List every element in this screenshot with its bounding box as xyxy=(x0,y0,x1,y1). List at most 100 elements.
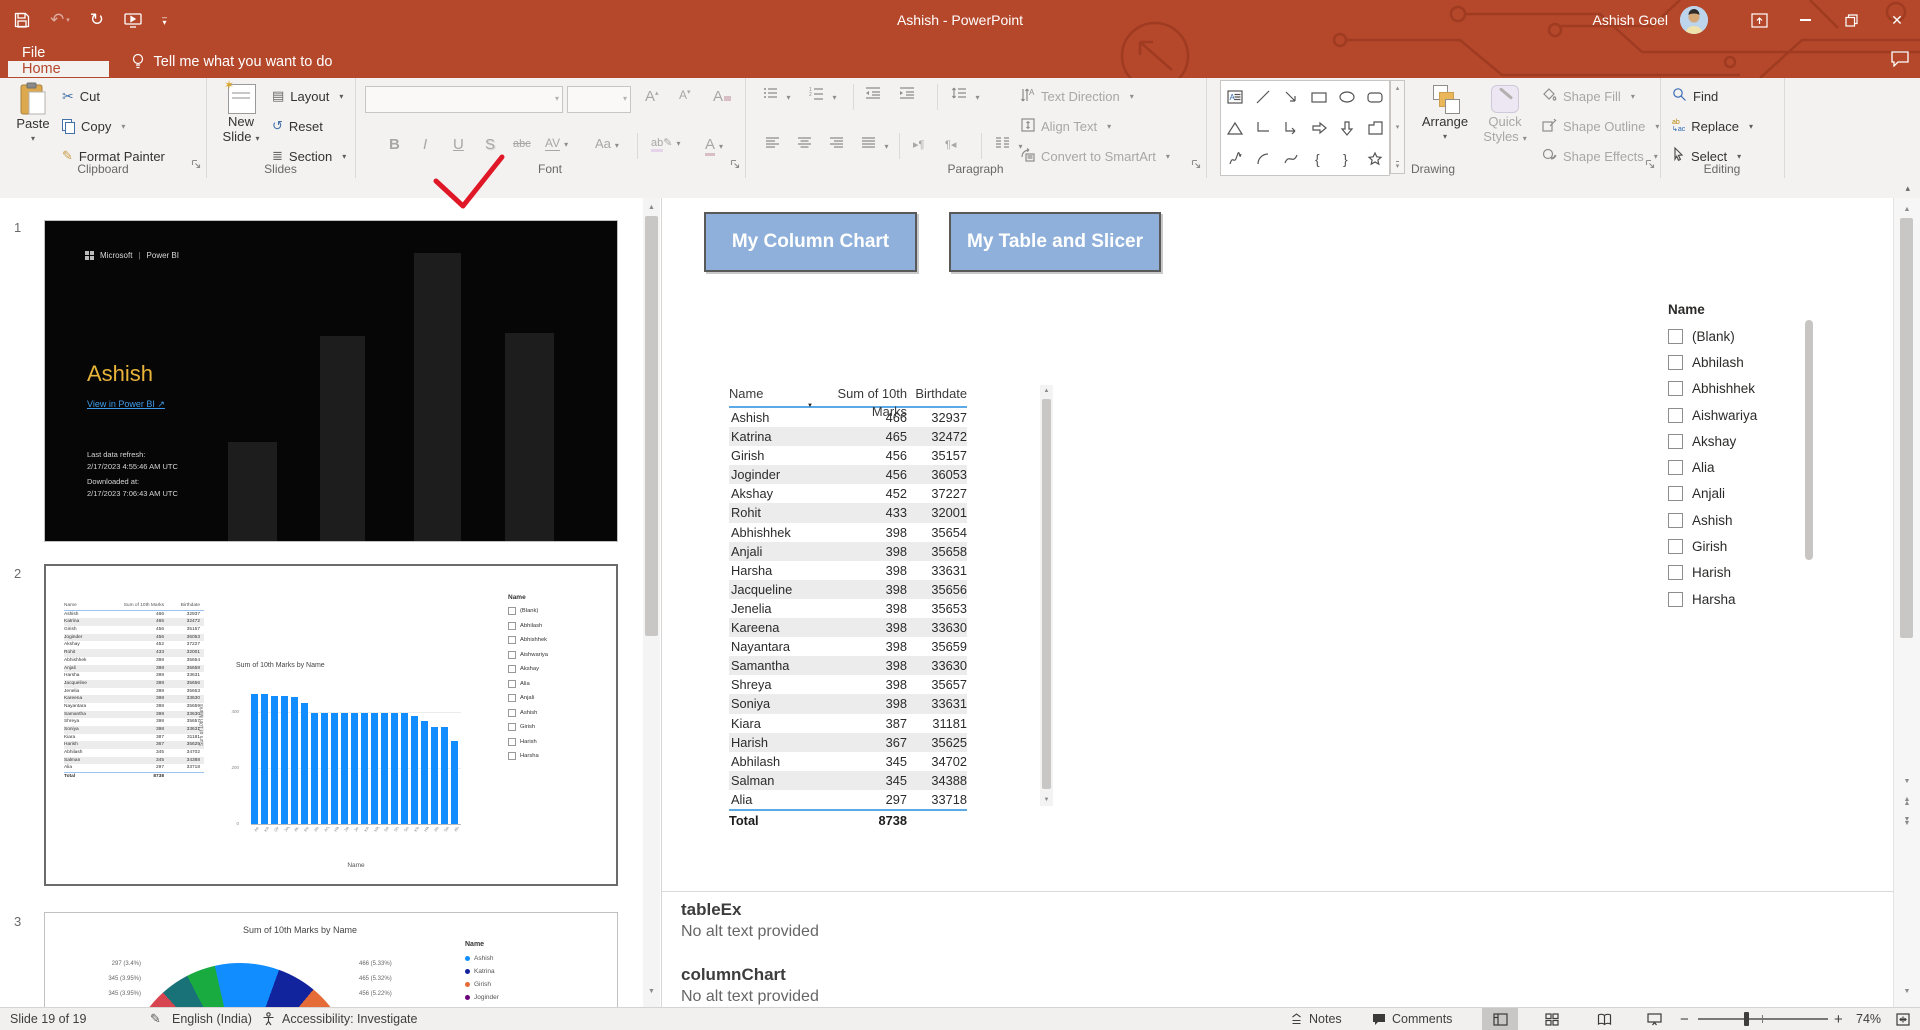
notes-scroll-down-icon[interactable]: ▼ xyxy=(1894,984,1920,999)
tell-me-box[interactable]: Tell me what you want to do xyxy=(131,45,333,78)
shape-arrow-icon[interactable] xyxy=(1277,81,1305,112)
table-row[interactable]: Joginder45636053 xyxy=(729,465,967,484)
font-color-icon[interactable]: A xyxy=(705,136,723,153)
checkbox-icon[interactable] xyxy=(1668,355,1683,370)
slicer-item[interactable]: Ashish xyxy=(1668,507,1828,533)
redo-icon[interactable]: ↻ xyxy=(90,10,104,30)
checkbox-icon[interactable] xyxy=(1668,565,1683,580)
checkbox-icon[interactable] xyxy=(1668,539,1683,554)
shape-outline-button[interactable]: Shape Outline xyxy=(1542,113,1659,139)
account-name[interactable]: Ashish Goel xyxy=(1593,12,1668,28)
shape-elbow-connector-icon[interactable] xyxy=(1249,112,1277,143)
zoom-level[interactable]: 74% xyxy=(1856,1008,1881,1030)
table-row[interactable]: Katrina46532472 xyxy=(729,427,967,446)
strikethrough-icon[interactable]: abc xyxy=(513,138,531,150)
table-row[interactable]: Rohit43332001 xyxy=(729,503,967,522)
slicer-item[interactable]: (Blank) xyxy=(508,604,548,619)
right-to-left-icon[interactable]: ¶◂ xyxy=(945,138,956,151)
text-shadow-icon[interactable]: S xyxy=(485,136,495,153)
checkbox-icon[interactable] xyxy=(508,665,516,673)
change-case-icon[interactable]: Aa xyxy=(595,136,619,151)
align-center-icon[interactable] xyxy=(797,136,812,154)
checkbox-icon[interactable] xyxy=(1668,329,1683,344)
table-row[interactable]: Abhishhek39835654 xyxy=(729,523,967,542)
zoom-in-icon[interactable]: + xyxy=(1834,1008,1843,1030)
slicer-item[interactable]: Anjali xyxy=(1668,481,1828,507)
replace-button[interactable]: ab↳ac Replace xyxy=(1672,113,1753,139)
table-header[interactable]: Name Sum of 10th Marks Birthdate ▼ xyxy=(729,385,967,408)
drawing-dialog-launcher-icon[interactable] xyxy=(1645,156,1655,174)
customize-qat-icon[interactable]: –▾ xyxy=(162,15,167,25)
checkbox-icon[interactable] xyxy=(508,709,516,717)
checkbox-icon[interactable] xyxy=(508,607,516,615)
shape-gallery-scrollbar[interactable]: ▴ ▾ ▾ xyxy=(1390,80,1405,174)
reading-view-button[interactable] xyxy=(1586,1008,1622,1030)
text-direction-button[interactable]: A Text Direction xyxy=(1021,83,1134,109)
zoom-slider-track[interactable] xyxy=(1698,1018,1828,1020)
checkbox-icon[interactable] xyxy=(1668,513,1683,528)
slicer-item[interactable]: Alia xyxy=(1668,454,1828,480)
comments-toggle[interactable]: Comments xyxy=(1372,1008,1452,1030)
scroll-up-icon[interactable]: ▲ xyxy=(643,200,660,215)
table-row[interactable]: Harsha39833631 xyxy=(729,561,967,580)
cut-button[interactable]: ✂ Cut xyxy=(62,83,100,109)
checkbox-icon[interactable] xyxy=(508,636,516,644)
checkbox-icon[interactable] xyxy=(1668,592,1683,607)
zoom-out-icon[interactable]: − xyxy=(1680,1008,1689,1030)
slicer-item[interactable]: Abhilash xyxy=(1668,349,1828,375)
tab-home[interactable]: Home xyxy=(8,61,109,77)
table-row[interactable]: Girish45635157 xyxy=(729,446,967,465)
powerbi-table-visual[interactable]: Name Sum of 10th Marks Birthdate ▼ Ashis… xyxy=(729,385,967,833)
clear-formatting-icon[interactable]: A xyxy=(713,88,731,105)
gallery-down-icon[interactable]: ▾ xyxy=(1396,123,1400,131)
shape-snip-corner-rectangle-icon[interactable] xyxy=(1361,112,1389,143)
view-in-powerbi-link[interactable]: View in Power BI ↗ xyxy=(87,399,165,410)
checkbox-icon[interactable] xyxy=(508,622,516,630)
quick-styles-button[interactable]: QuickStyles xyxy=(1478,84,1532,146)
shape-oval-icon[interactable] xyxy=(1333,81,1361,112)
table-row[interactable]: Jacqueline39835656 xyxy=(729,580,967,599)
scroll-down-icon[interactable]: ▼ xyxy=(643,984,660,999)
slicer-item[interactable]: Ashish xyxy=(508,706,548,721)
fit-slide-to-window-icon[interactable] xyxy=(1890,1008,1916,1030)
columns-icon[interactable] xyxy=(995,136,1022,154)
start-slideshow-icon[interactable] xyxy=(124,13,142,28)
zoom-slider-thumb[interactable] xyxy=(1744,1012,1749,1026)
shape-line-icon[interactable] xyxy=(1249,81,1277,112)
notes-pane-divider[interactable] xyxy=(662,891,1893,892)
align-left-icon[interactable] xyxy=(765,136,780,154)
line-spacing-icon[interactable] xyxy=(951,86,979,105)
shape-fill-button[interactable]: Shape Fill xyxy=(1542,83,1635,109)
accessibility-status[interactable]: Accessibility: Investigate xyxy=(282,1008,417,1030)
tab-file[interactable]: File xyxy=(8,45,109,61)
slicer-item[interactable]: Girish xyxy=(1668,533,1828,559)
slicer-item[interactable]: Harsha xyxy=(508,749,548,764)
notes-toggle[interactable]: Notes xyxy=(1290,1008,1342,1030)
shape-right-arrow-icon[interactable] xyxy=(1305,112,1333,143)
gallery-up-icon[interactable]: ▴ xyxy=(1396,84,1400,92)
shape-text-box-icon[interactable]: A xyxy=(1221,81,1249,112)
slicer-item[interactable]: Girish xyxy=(508,720,548,735)
slide-indicator[interactable]: Slide 19 of 19 xyxy=(10,1008,86,1030)
scroll-up-icon[interactable]: ▲ xyxy=(1894,202,1920,217)
table-row[interactable]: Salman34534388 xyxy=(729,771,967,790)
table-row[interactable]: Samantha39833630 xyxy=(729,656,967,675)
accessibility-icon[interactable] xyxy=(262,1008,275,1030)
table-row[interactable]: Shreya39835657 xyxy=(729,675,967,694)
previous-slide-icon[interactable]: ▲▲ xyxy=(1894,794,1920,809)
checkbox-icon[interactable] xyxy=(1668,381,1683,396)
slicer-item[interactable]: Harish xyxy=(508,735,548,750)
checkbox-icon[interactable] xyxy=(508,752,516,760)
table-row[interactable]: Abhilash34534702 xyxy=(729,752,967,771)
scroll-down-icon[interactable]: ▼ xyxy=(1894,774,1920,789)
justify-icon[interactable] xyxy=(861,136,888,154)
slicer-item[interactable]: Harsha xyxy=(1668,586,1828,612)
scrollbar-thumb[interactable] xyxy=(645,216,658,636)
table-row[interactable]: Kiara38731181 xyxy=(729,714,967,733)
bold-icon[interactable]: B xyxy=(389,136,400,153)
table-row[interactable]: Soniya39833631 xyxy=(729,694,967,713)
checkbox-icon[interactable] xyxy=(1668,460,1683,475)
avatar[interactable] xyxy=(1680,6,1708,34)
slicer-item[interactable]: Aishwariya xyxy=(1668,402,1828,428)
reset-button[interactable]: ↺ Reset xyxy=(272,113,323,139)
